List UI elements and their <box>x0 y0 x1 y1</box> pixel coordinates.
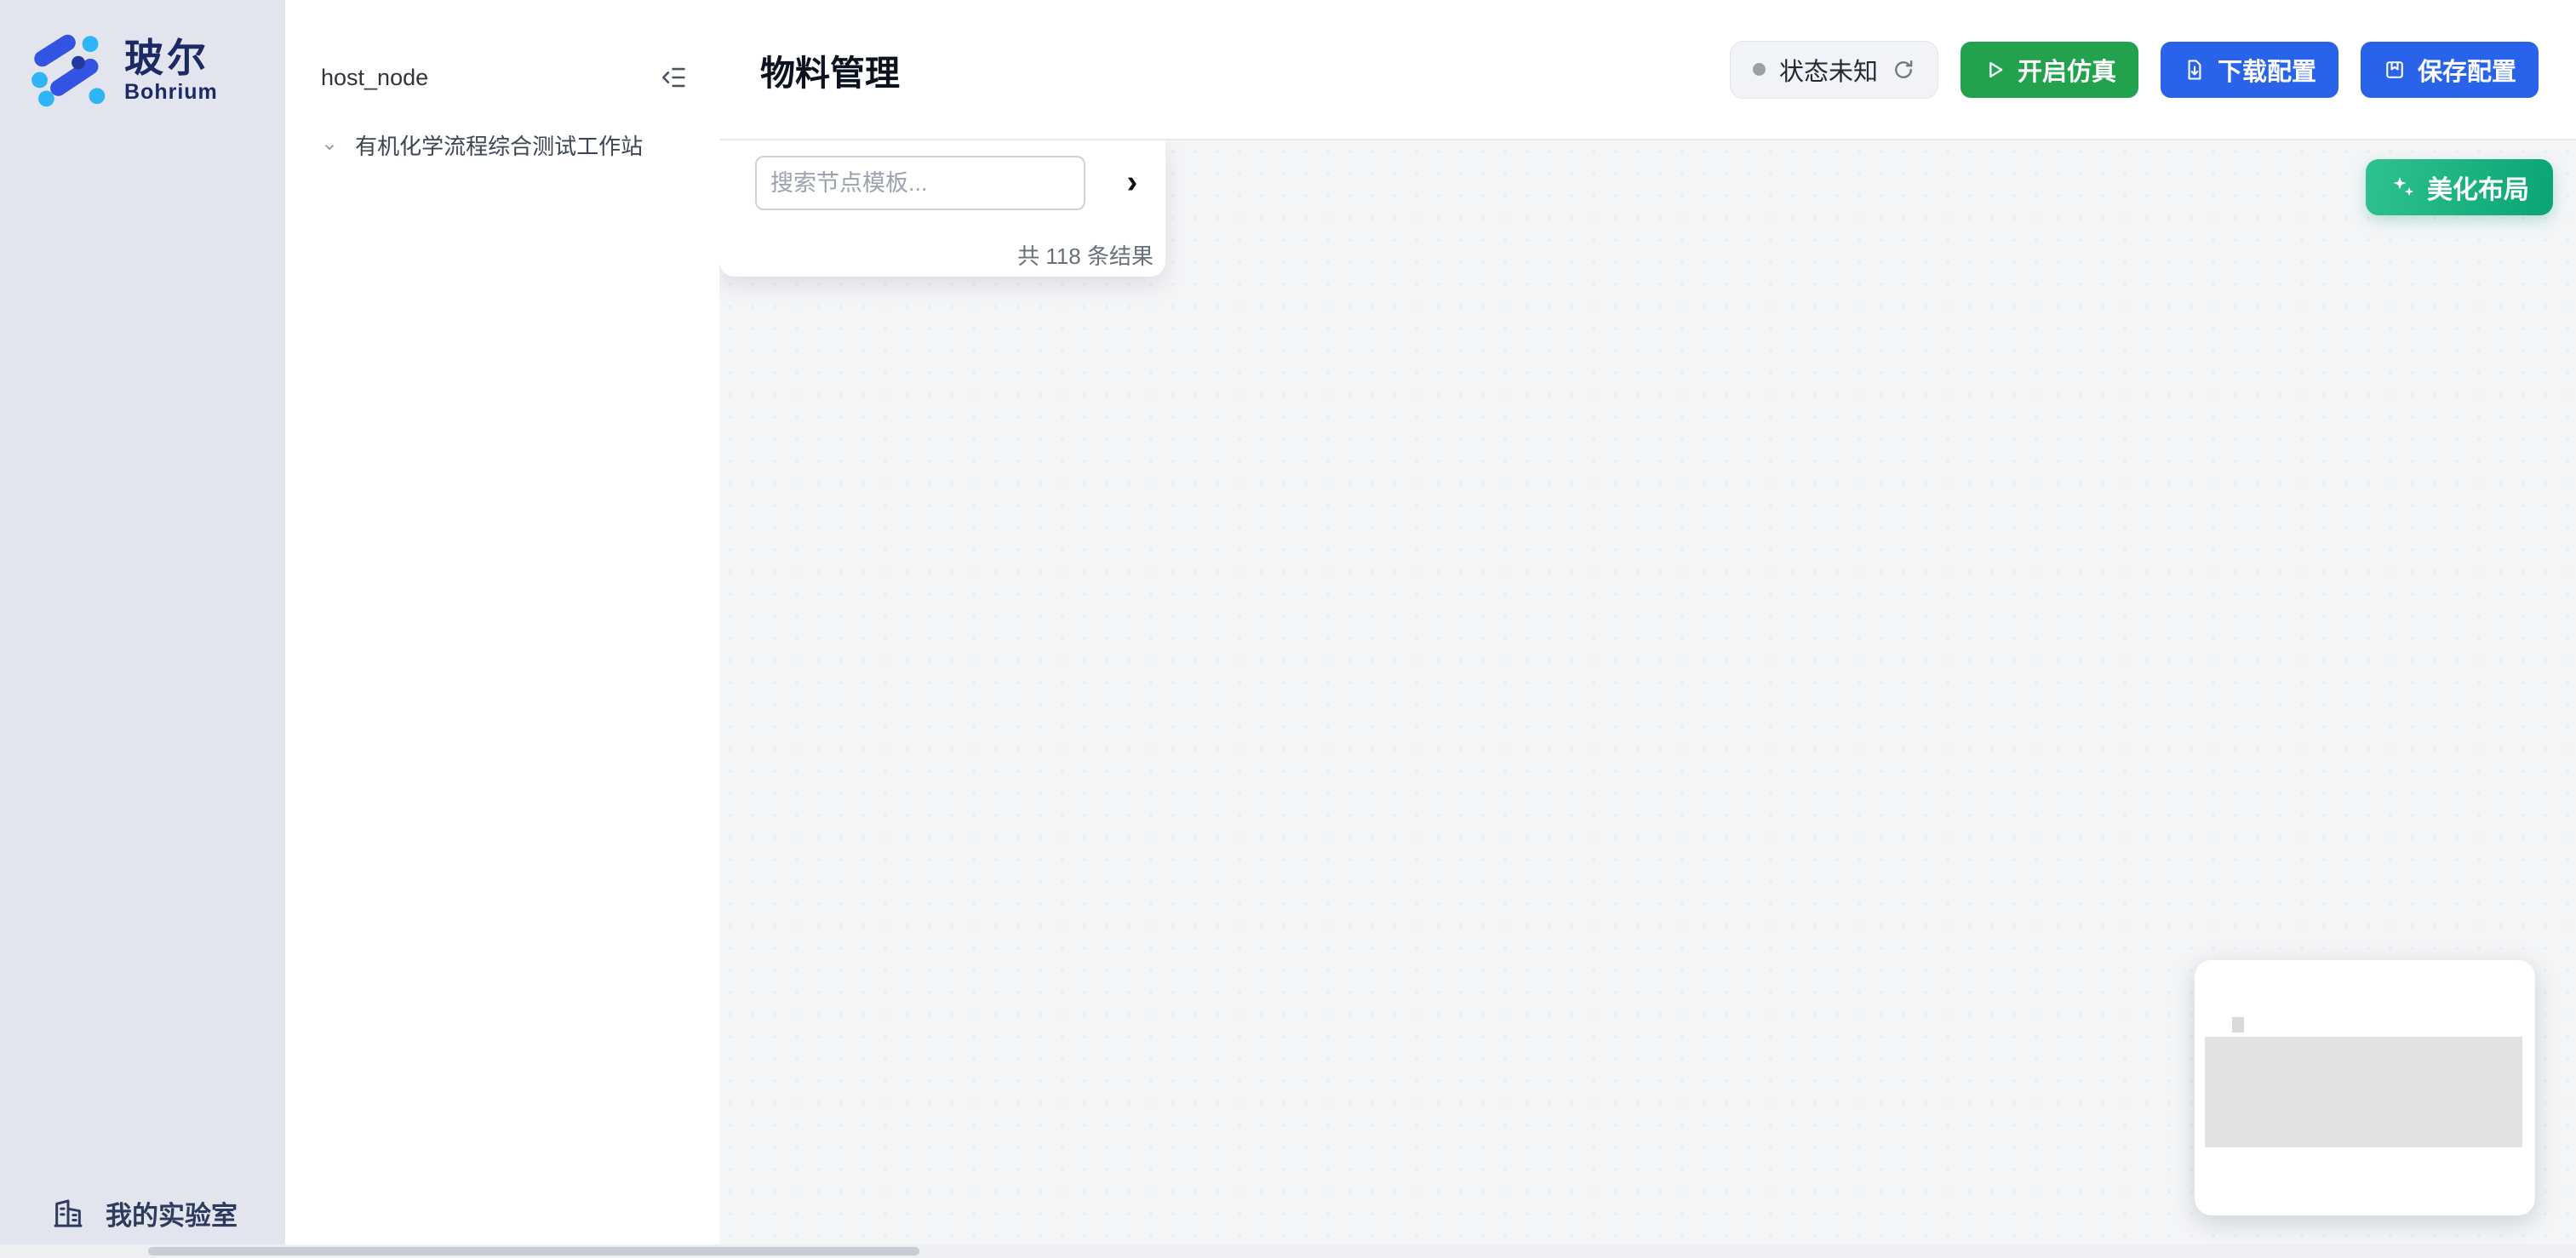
tree-panel: host_node ⌄ 有机化学流程综合测试工作站 <box>285 0 719 1258</box>
horizontal-scrollbar-thumb[interactable] <box>148 1247 919 1255</box>
status-label: 状态未知 <box>1779 52 1878 88</box>
node-template-search-card: › 共 118 条结果 <box>719 140 1165 277</box>
play-icon <box>1983 58 2006 82</box>
minimap-node <box>2232 1017 2244 1032</box>
brand-name-zh: 玻尔 <box>124 37 218 80</box>
sparkles-icon <box>2390 174 2417 201</box>
download-icon <box>2183 58 2207 82</box>
search-result-count: 共 118 条结果 <box>1017 239 1153 271</box>
search-expand-chevron-icon[interactable]: › <box>1113 163 1152 202</box>
status-dot-icon <box>1753 63 1766 76</box>
horizontal-scrollbar <box>0 1244 2576 1258</box>
page-title: 物料管理 <box>760 44 900 95</box>
sidebar-footer-label: 我的实验室 <box>106 1194 238 1232</box>
topbar: 物料管理 状态未知 开启仿真 下载配置 <box>719 0 2576 140</box>
status-badge: 状态未知 <box>1730 41 1938 99</box>
sidebar: 玻尔 Bohrium 我的实验室 <box>0 0 285 1258</box>
start-simulation-button[interactable]: 开启仿真 <box>1961 42 2138 98</box>
brand-logo: 玻尔 Bohrium <box>0 0 285 111</box>
bohrium-logo-icon <box>29 31 109 111</box>
sidebar-item-my-lab[interactable]: 我的实验室 <box>0 1194 238 1232</box>
tree-root-item[interactable]: ⌄ 有机化学流程综合测试工作站 <box>285 92 719 161</box>
app-window: 玻尔 Bohrium 我的实验室 host_node ⌄ 有机化学流程综合测试工… <box>0 0 2576 1258</box>
collapse-panel-icon[interactable] <box>660 63 689 92</box>
chevron-down-icon[interactable]: ⌄ <box>321 131 338 156</box>
tree-title: host_node <box>321 65 428 91</box>
save-config-button[interactable]: 保存配置 <box>2361 42 2539 98</box>
search-input[interactable] <box>755 156 1085 210</box>
lab-building-icon <box>51 1197 85 1231</box>
main-area: 物料管理 状态未知 开启仿真 下载配置 <box>719 0 2576 1258</box>
tree-root-label: 有机化学流程综合测试工作站 <box>355 129 643 161</box>
save-icon <box>2383 58 2407 82</box>
minimap[interactable] <box>2195 960 2535 1215</box>
beautify-layout-button[interactable]: 美化布局 <box>2366 159 2553 215</box>
minimap-viewport[interactable] <box>2205 1037 2522 1147</box>
download-config-button[interactable]: 下载配置 <box>2161 42 2338 98</box>
refresh-icon[interactable] <box>1892 58 1915 82</box>
brand-name-en: Bohrium <box>124 80 218 105</box>
flow-canvas[interactable]: › 共 118 条结果 美化布局 <box>719 140 2576 1258</box>
